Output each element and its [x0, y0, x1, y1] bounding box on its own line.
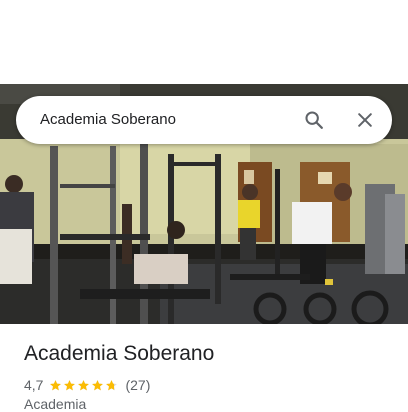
clear-search-button[interactable] — [349, 104, 381, 136]
search-bar[interactable]: Academia Soberano — [16, 96, 392, 144]
rating-row[interactable]: 4,7 (27) — [24, 376, 150, 394]
star-icon — [106, 379, 118, 390]
star-icon — [64, 379, 76, 390]
status-area — [0, 0, 408, 84]
star-rating — [49, 379, 119, 392]
search-icon — [305, 111, 323, 129]
star-icon — [92, 379, 104, 390]
star-icon — [50, 379, 62, 390]
place-category: Academia — [24, 396, 87, 412]
search-query-text[interactable]: Academia Soberano — [40, 96, 176, 144]
star-icon — [78, 379, 90, 390]
search-button[interactable] — [298, 104, 330, 136]
place-title: Academia Soberano — [24, 342, 215, 365]
place-info-panel[interactable]: Academia Soberano 4,7 (27) Academia — [0, 324, 408, 412]
review-count[interactable]: (27) — [125, 377, 150, 393]
rating-value: 4,7 — [24, 377, 44, 393]
close-icon — [358, 113, 372, 127]
